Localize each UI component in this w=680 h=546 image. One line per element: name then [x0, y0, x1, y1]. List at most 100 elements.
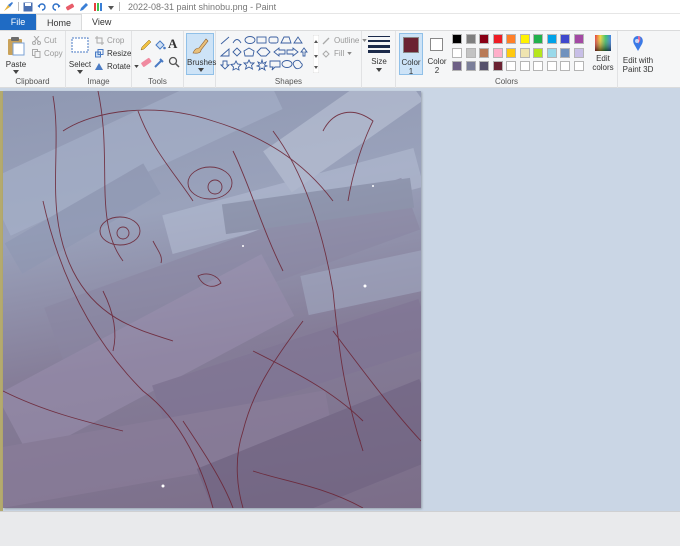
- undo-icon[interactable]: [37, 2, 47, 12]
- palette-swatch[interactable]: [452, 61, 462, 71]
- magnifier-icon[interactable]: [168, 56, 180, 68]
- palette-swatch[interactable]: [492, 47, 503, 58]
- separator: [18, 2, 19, 11]
- palette-swatch[interactable]: [560, 61, 570, 71]
- fill-label: Fill: [334, 49, 345, 58]
- color2-swatch: [430, 38, 443, 51]
- customize-quick-access-icon[interactable]: [107, 2, 115, 12]
- copy-button[interactable]: Copy: [32, 49, 63, 58]
- shapes-group: Outline Fill Shapes: [216, 31, 368, 88]
- palette-swatch[interactable]: [479, 34, 489, 44]
- save-icon[interactable]: [23, 2, 33, 12]
- color2-button[interactable]: Color 2: [426, 33, 448, 75]
- crop-button[interactable]: Crop: [95, 36, 124, 45]
- painting-artwork: [3, 91, 421, 508]
- palette-swatch[interactable]: [479, 61, 489, 71]
- edit-with-paint3d-button[interactable]: Edit with Paint 3D: [620, 34, 656, 76]
- redo-icon[interactable]: [51, 2, 61, 12]
- drawing-canvas[interactable]: [3, 91, 421, 508]
- palette-swatch[interactable]: [560, 34, 570, 44]
- palette-swatch[interactable]: [492, 34, 503, 44]
- image-group-label: Image: [87, 77, 110, 86]
- chevron-down-icon: [13, 70, 19, 74]
- tab-file[interactable]: File: [0, 14, 36, 30]
- paint3d-icon: [633, 36, 643, 51]
- colors-group: Color 1 Color 2 Edit colors Colors: [396, 31, 618, 88]
- palette-swatch[interactable]: [452, 34, 462, 44]
- paste-button[interactable]: Paste: [4, 34, 28, 74]
- eraser-icon[interactable]: [65, 2, 75, 12]
- rotate-label: Rotate: [107, 62, 131, 71]
- pencil-icon[interactable]: [79, 2, 89, 12]
- eraser-tool-icon[interactable]: [140, 56, 152, 68]
- palette-swatch[interactable]: [465, 61, 476, 71]
- tab-view[interactable]: View: [82, 14, 121, 30]
- line-size-icon: [368, 36, 390, 53]
- palette-swatch[interactable]: [506, 34, 516, 44]
- color-palette: [452, 34, 588, 74]
- outline-label: Outline: [334, 36, 360, 45]
- paint-app-icon: [4, 2, 13, 11]
- select-icon: [71, 37, 89, 53]
- shapes-gallery[interactable]: [219, 35, 313, 73]
- palette-swatch[interactable]: [573, 61, 584, 71]
- resize-icon: [95, 49, 104, 58]
- palette-swatch[interactable]: [533, 47, 543, 58]
- color2-label: Color 2: [427, 57, 447, 75]
- palette-swatch[interactable]: [492, 61, 503, 71]
- tools-group-label: Tools: [148, 77, 167, 86]
- shapes-scroll-icon[interactable]: [313, 35, 319, 73]
- palette-swatch[interactable]: [573, 47, 584, 58]
- rotate-icon: [95, 63, 103, 70]
- size-group[interactable]: Size: [362, 31, 396, 88]
- paint3d-group: Edit with Paint 3D: [618, 31, 658, 88]
- palette-swatch[interactable]: [546, 34, 557, 44]
- palette-swatch[interactable]: [479, 47, 489, 58]
- palette-swatch[interactable]: [560, 47, 570, 58]
- brushes-label: Brushes: [187, 58, 217, 67]
- select-button[interactable]: Select: [68, 34, 92, 74]
- select-label: Select: [68, 60, 92, 69]
- palette-swatch[interactable]: [573, 34, 584, 44]
- pencil-tool-icon[interactable]: [140, 39, 152, 51]
- cut-button[interactable]: Cut: [32, 36, 56, 45]
- palette-swatch[interactable]: [506, 61, 516, 71]
- crop-icon: [95, 36, 104, 45]
- color-fill-icon[interactable]: [93, 2, 103, 12]
- ribbon: Paste Cut Copy Clipboard Select Crop Res…: [0, 30, 680, 88]
- fill-icon: [322, 50, 330, 58]
- palette-swatch[interactable]: [519, 61, 530, 71]
- resize-label: Resize: [107, 49, 132, 58]
- ribbon-tabs: File Home View: [0, 14, 680, 30]
- cut-label: Cut: [44, 36, 57, 45]
- brushes-button[interactable]: Brushes: [186, 33, 217, 75]
- palette-swatch[interactable]: [533, 61, 543, 71]
- palette-swatch[interactable]: [546, 47, 557, 58]
- fill-tool-icon[interactable]: [154, 39, 166, 51]
- color1-button[interactable]: Color 1: [399, 33, 423, 76]
- color-picker-icon[interactable]: [154, 56, 166, 68]
- tab-home[interactable]: Home: [36, 14, 83, 30]
- palette-swatch[interactable]: [506, 47, 516, 58]
- fill-button[interactable]: Fill: [322, 49, 352, 58]
- edit-colors-button[interactable]: Edit colors: [590, 34, 616, 76]
- palette-swatch[interactable]: [546, 61, 557, 71]
- title-bar: 2022-08-31 paint shinobu.png - Paint: [0, 0, 680, 14]
- palette-swatch[interactable]: [465, 47, 476, 58]
- outline-button[interactable]: Outline: [322, 36, 368, 45]
- resize-button[interactable]: Resize: [95, 49, 131, 58]
- shapes-group-label: Shapes: [274, 77, 303, 86]
- palette-swatch[interactable]: [533, 34, 543, 44]
- crop-label: Crop: [107, 36, 125, 45]
- text-tool-icon[interactable]: A: [168, 36, 177, 52]
- palette-swatch[interactable]: [452, 47, 462, 58]
- palette-swatch[interactable]: [519, 34, 530, 44]
- color1-swatch: [403, 37, 419, 53]
- color-wheel-icon: [595, 35, 611, 51]
- palette-swatch[interactable]: [519, 47, 530, 58]
- status-bar: [0, 511, 680, 546]
- palette-swatch[interactable]: [465, 34, 476, 44]
- image-group: Select Crop Resize Rotate Image: [66, 31, 139, 88]
- brushes-group: Brushes: [184, 31, 216, 88]
- tools-group: A Tools: [132, 31, 184, 88]
